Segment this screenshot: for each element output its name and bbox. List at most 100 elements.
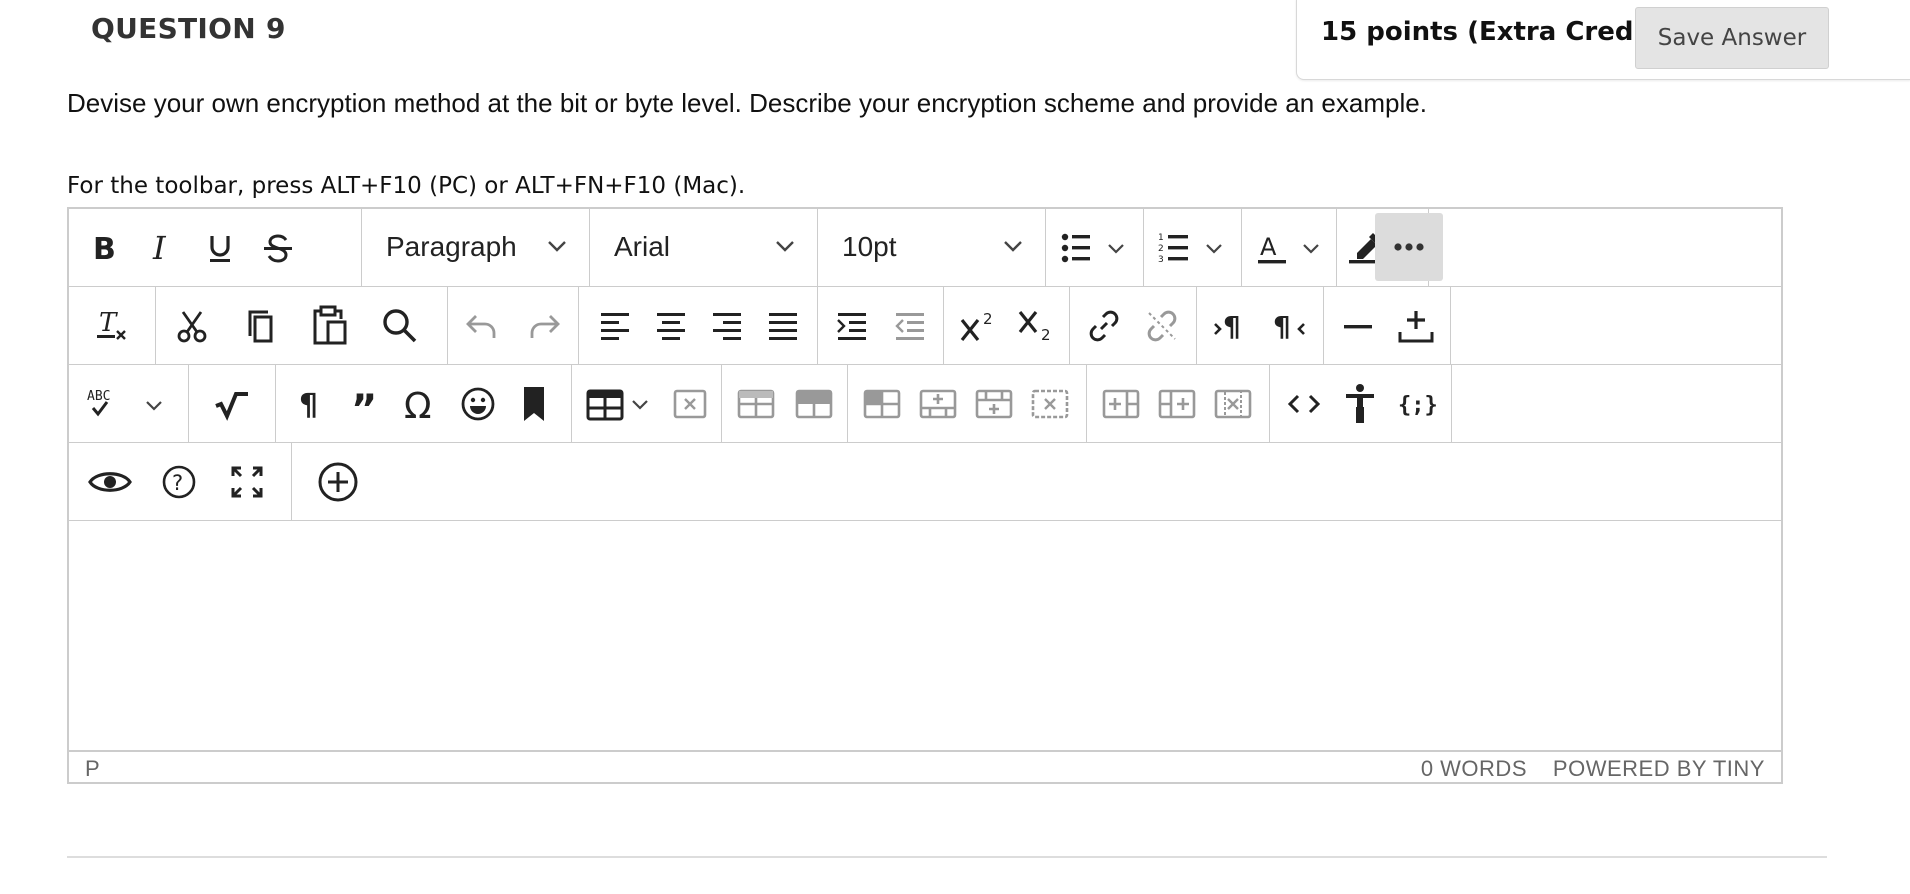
rtl-icon: ¶	[1273, 310, 1305, 343]
indent-button[interactable]	[824, 297, 880, 355]
insert-content-button[interactable]	[307, 453, 369, 511]
svg-text:{;}: {;}	[1398, 393, 1436, 418]
save-answer-button[interactable]: Save Answer	[1635, 7, 1829, 69]
insert-column-before-button[interactable]	[1093, 375, 1149, 433]
align-left-button[interactable]	[589, 297, 641, 355]
anchor-button[interactable]	[506, 375, 562, 433]
redo-icon	[530, 315, 560, 338]
insert-column-before-icon	[1102, 389, 1140, 419]
clear-format-group: T	[69, 287, 156, 364]
find-replace-button[interactable]	[370, 297, 430, 355]
numbered-list-group: 123	[1144, 209, 1242, 286]
points-label: 15 points (Extra Credit)	[1321, 17, 1667, 47]
insert-row-after-button[interactable]	[966, 375, 1022, 433]
undo-button[interactable]	[452, 297, 512, 355]
underline-icon	[210, 236, 230, 262]
font-size-select[interactable]: 10pt	[818, 209, 1046, 286]
rtl-button[interactable]: ¶	[1261, 297, 1317, 355]
show-blocks-button[interactable]: ¶	[282, 375, 338, 433]
accessibility-icon	[1346, 384, 1374, 423]
square-root-icon	[215, 392, 248, 421]
align-right-button[interactable]	[701, 297, 753, 355]
fullscreen-button[interactable]	[219, 453, 275, 511]
bullet-list-button[interactable]	[1054, 219, 1138, 277]
powered-by-link[interactable]: POWERED BY TINY	[1553, 756, 1765, 782]
chevron-down-icon	[1004, 241, 1022, 252]
preview-button[interactable]	[79, 453, 141, 511]
ltr-button[interactable]: ¶	[1203, 297, 1259, 355]
points-panel: 15 points (Extra Credit) Save Answer	[1296, 0, 1910, 80]
svg-text:B: B	[93, 232, 116, 264]
emoticons-button[interactable]	[450, 375, 506, 433]
align-center-button[interactable]	[645, 297, 697, 355]
toolbar-row-2: T 2 2 ¶ ¶	[69, 287, 1781, 365]
table-props-group	[722, 365, 848, 442]
blockquote-button[interactable]: ”	[338, 375, 394, 433]
table-cell-properties-button[interactable]	[786, 375, 842, 433]
superscript-button[interactable]: 2	[950, 297, 1006, 355]
strikethrough-button[interactable]	[253, 219, 303, 277]
insert-link-button[interactable]	[1076, 297, 1132, 355]
font-family-value: Arial	[614, 231, 671, 262]
link-icon	[1089, 310, 1119, 342]
align-left-icon	[601, 313, 629, 340]
copy-button[interactable]	[232, 297, 288, 355]
accessibility-checker-button[interactable]	[1332, 375, 1388, 433]
bullet-list-icon	[1061, 233, 1124, 263]
svg-text:I: I	[152, 231, 167, 265]
font-family-select[interactable]: Arial	[590, 209, 818, 286]
code-sample-button[interactable]: {;}	[1388, 375, 1444, 433]
clear-formatting-icon: T	[97, 308, 126, 340]
table-col-group	[1087, 365, 1270, 442]
table-button[interactable]	[578, 375, 664, 433]
block-format-select[interactable]: Paragraph	[362, 209, 590, 286]
table-merge-icon	[863, 389, 901, 419]
table-group	[572, 365, 722, 442]
indent-icon	[837, 313, 866, 340]
page-break-button[interactable]	[1388, 297, 1444, 355]
svg-text:?: ?	[172, 471, 183, 495]
clear-formatting-button[interactable]: T	[83, 297, 141, 355]
bookmark-icon	[524, 387, 544, 421]
svg-text:¶: ¶	[1223, 310, 1241, 343]
script-group: 2 2	[944, 287, 1070, 364]
history-group	[448, 287, 579, 364]
insert-column-after-button[interactable]	[1149, 375, 1205, 433]
word-count[interactable]: 0 WORDS	[1421, 756, 1527, 782]
italic-button[interactable]: I	[137, 219, 187, 277]
toolbar-row-3: ABC ¶ ” Ω {;}	[69, 365, 1781, 443]
delete-row-button[interactable]	[1022, 375, 1078, 433]
table-merge-cells-button[interactable]	[854, 375, 910, 433]
numbered-list-button[interactable]: 123	[1152, 219, 1236, 277]
outdent-button[interactable]	[882, 297, 938, 355]
math-equation-button[interactable]	[201, 375, 263, 433]
spellcheck-button[interactable]: ABC	[75, 375, 181, 433]
horizontal-line-button[interactable]	[1330, 297, 1386, 355]
remove-link-button[interactable]	[1134, 297, 1190, 355]
cut-button[interactable]	[164, 297, 220, 355]
insert-line-group	[1324, 287, 1451, 364]
source-code-button[interactable]	[1276, 375, 1332, 433]
help-button[interactable]: ?	[151, 453, 207, 511]
insert-column-after-icon	[1158, 389, 1196, 419]
table-row-properties-button[interactable]	[728, 375, 784, 433]
svg-text:”: ”	[351, 387, 377, 421]
editor-content-area[interactable]	[69, 524, 1781, 752]
redo-button[interactable]	[514, 297, 574, 355]
more-toolbar-button[interactable]	[1375, 213, 1443, 281]
subscript-button[interactable]: 2	[1008, 297, 1064, 355]
bold-button[interactable]: B	[79, 219, 129, 277]
paste-button[interactable]	[302, 297, 358, 355]
special-character-button[interactable]: Ω	[394, 375, 450, 433]
underline-button[interactable]	[195, 219, 245, 277]
delete-table-button[interactable]	[664, 375, 716, 433]
more-dots-icon	[1394, 243, 1424, 251]
align-justify-button[interactable]	[757, 297, 809, 355]
question-title: QUESTION 9	[91, 12, 286, 45]
insert-row-after-icon	[975, 389, 1013, 419]
element-path[interactable]: P	[85, 756, 100, 782]
insert-row-before-button[interactable]	[910, 375, 966, 433]
text-color-button[interactable]: A	[1250, 219, 1332, 277]
delete-column-button[interactable]	[1205, 375, 1261, 433]
delete-table-icon	[673, 389, 707, 419]
